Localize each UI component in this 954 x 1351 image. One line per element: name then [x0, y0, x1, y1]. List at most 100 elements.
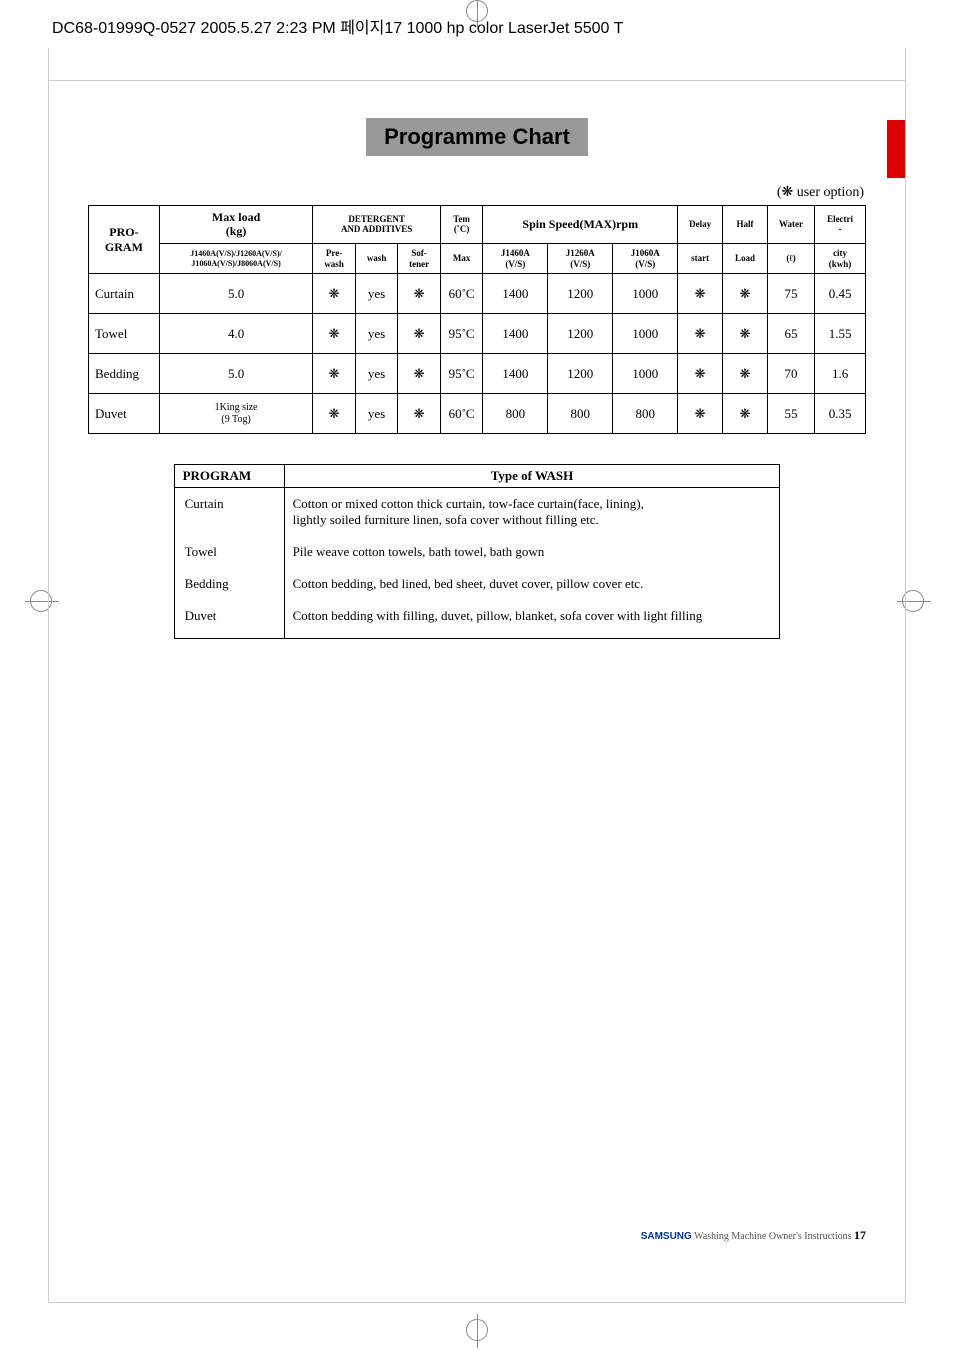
cell-softener: ❋ [398, 354, 441, 394]
cell-maxload: 4.0 [159, 314, 312, 354]
page-footer: SAMSUNG Washing Machine Owner's Instruct… [641, 1228, 866, 1243]
cell-elec: 0.35 [815, 394, 866, 434]
th-maxload: Max load (kg) [159, 206, 312, 244]
cell-elec: 0.45 [815, 274, 866, 314]
wash-program: Towel [174, 536, 284, 568]
table-row: CurtainCotton or mixed cotton thick curt… [174, 488, 780, 537]
th-elec-sub: city (kwh) [815, 243, 866, 274]
th-softener: Sof- tener [398, 243, 441, 274]
cell-prewash: ❋ [313, 394, 356, 434]
cell-program: Curtain [89, 274, 160, 314]
crop-mark-bottom [466, 1319, 488, 1341]
cell-program: Towel [89, 314, 160, 354]
cell-spin_c: 800 [613, 394, 678, 434]
cell-softener: ❋ [398, 314, 441, 354]
th-spin-a: J1460A (V/S) [483, 243, 548, 274]
section-title: Programme Chart [88, 118, 866, 156]
th-delay-sub: start [678, 243, 723, 274]
table-row: Bedding5.0❋yes❋95˚C140012001000❋❋701.6 [89, 354, 866, 394]
cell-spin_a: 800 [483, 394, 548, 434]
th-temp: Tem (˚C) [440, 206, 483, 244]
cell-water: 70 [767, 354, 814, 394]
table-row: TowelPile weave cotton towels, bath towe… [174, 536, 780, 568]
cell-program: Bedding [89, 354, 160, 394]
wash-desc: Cotton bedding, bed lined, bed sheet, du… [284, 568, 780, 600]
user-option-note: (❋ user option) [88, 184, 866, 201]
th-delay: Delay [678, 206, 723, 244]
cell-maxload: 1King size (9 Tog) [159, 394, 312, 434]
table-row: DuvetCotton bedding with filling, duvet,… [174, 600, 780, 639]
cell-delay: ❋ [678, 274, 723, 314]
th-wash: wash [355, 243, 398, 274]
cell-spin_c: 1000 [613, 354, 678, 394]
cell-maxload: 5.0 [159, 354, 312, 394]
th-prewash: Pre- wash [313, 243, 356, 274]
cell-spin_b: 800 [548, 394, 613, 434]
wash-th-type: Type of WASH [284, 465, 780, 488]
wash-program: Curtain [174, 488, 284, 537]
th-water-sub: (ℓ) [767, 243, 814, 274]
cell-spin_c: 1000 [613, 314, 678, 354]
th-program: PRO- GRAM [89, 206, 160, 274]
wash-desc: Cotton bedding with filling, duvet, pill… [284, 600, 780, 639]
th-elec: Electri - [815, 206, 866, 244]
wash-type-table: PROGRAM Type of WASH CurtainCotton or mi… [174, 464, 781, 639]
th-water: Water [767, 206, 814, 244]
programme-table: PRO- GRAM Max load (kg) DETERGENT AND AD… [88, 205, 866, 434]
footer-page: 17 [854, 1228, 866, 1242]
cell-spin_c: 1000 [613, 274, 678, 314]
cell-prewash: ❋ [313, 274, 356, 314]
cell-delay: ❋ [678, 394, 723, 434]
cell-prewash: ❋ [313, 354, 356, 394]
cell-spin_a: 1400 [483, 314, 548, 354]
cell-elec: 1.6 [815, 354, 866, 394]
cell-program: Duvet [89, 394, 160, 434]
cell-spin_b: 1200 [548, 274, 613, 314]
cell-wash: yes [355, 314, 398, 354]
cell-maxload: 5.0 [159, 274, 312, 314]
footer-brand: SAMSUNG [641, 1231, 692, 1242]
th-half: Half [723, 206, 768, 244]
cell-softener: ❋ [398, 274, 441, 314]
cell-temp: 60˚C [440, 274, 483, 314]
cell-water: 75 [767, 274, 814, 314]
cell-wash: yes [355, 274, 398, 314]
th-detergent: DETERGENT AND ADDITIVES [313, 206, 441, 244]
cell-temp: 60˚C [440, 394, 483, 434]
table-row: Towel4.0❋yes❋95˚C140012001000❋❋651.55 [89, 314, 866, 354]
th-spin: Spin Speed(MAX)rpm [483, 206, 678, 244]
footer-text: Washing Machine Owner's Instructions [692, 1231, 854, 1242]
th-temp-sub: Max [440, 243, 483, 274]
table-row: Curtain5.0❋yes❋60˚C140012001000❋❋750.45 [89, 274, 866, 314]
wash-desc: Pile weave cotton towels, bath towel, ba… [284, 536, 780, 568]
table-row: Duvet1King size (9 Tog)❋yes❋60˚C80080080… [89, 394, 866, 434]
cell-prewash: ❋ [313, 314, 356, 354]
cell-temp: 95˚C [440, 314, 483, 354]
cell-temp: 95˚C [440, 354, 483, 394]
cell-delay: ❋ [678, 314, 723, 354]
wash-program: Duvet [174, 600, 284, 639]
cell-half: ❋ [723, 274, 768, 314]
th-spin-b: J1260A (V/S) [548, 243, 613, 274]
cell-half: ❋ [723, 394, 768, 434]
cell-half: ❋ [723, 314, 768, 354]
table-row: BeddingCotton bedding, bed lined, bed sh… [174, 568, 780, 600]
wash-program: Bedding [174, 568, 284, 600]
cell-spin_a: 1400 [483, 354, 548, 394]
cell-spin_a: 1400 [483, 274, 548, 314]
wash-desc: Cotton or mixed cotton thick curtain, to… [284, 488, 780, 537]
cell-water: 65 [767, 314, 814, 354]
cell-wash: yes [355, 354, 398, 394]
print-header: DC68-01999Q-0527 2005.5.27 2:23 PM 페이지17… [52, 14, 623, 38]
th-spin-c: J1060A (V/S) [613, 243, 678, 274]
cell-softener: ❋ [398, 394, 441, 434]
wash-th-program: PROGRAM [174, 465, 284, 488]
page-content: Programme Chart (❋ user option) PRO- GRA… [48, 78, 906, 639]
cell-half: ❋ [723, 354, 768, 394]
section-title-text: Programme Chart [366, 118, 588, 156]
crop-mark-top [466, 0, 488, 22]
cell-water: 55 [767, 394, 814, 434]
cell-delay: ❋ [678, 354, 723, 394]
cell-spin_b: 1200 [548, 354, 613, 394]
cell-wash: yes [355, 394, 398, 434]
